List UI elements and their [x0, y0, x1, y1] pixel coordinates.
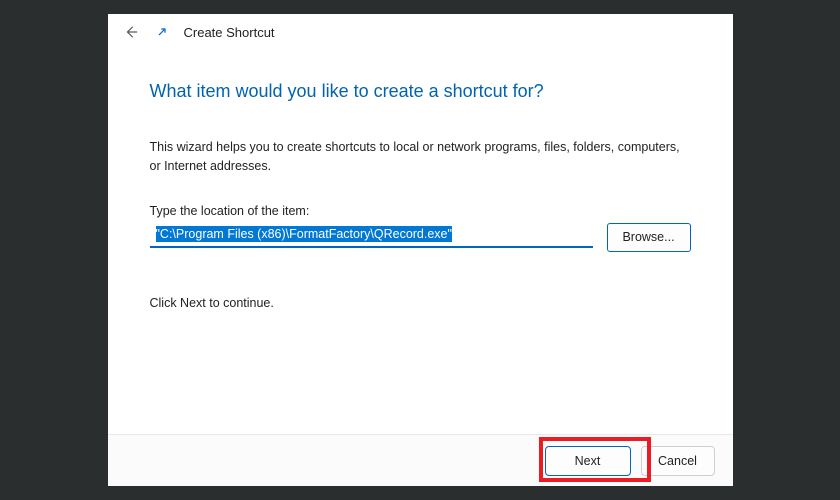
- wizard-heading: What item would you like to create a sho…: [150, 81, 691, 102]
- location-input-wrap[interactable]: "C:\Program Files (x86)\FormatFactory\QR…: [150, 223, 593, 248]
- location-input[interactable]: "C:\Program Files (x86)\FormatFactory\QR…: [150, 223, 593, 248]
- dialog-title: Create Shortcut: [184, 25, 275, 40]
- dialog-body: What item would you like to create a sho…: [108, 47, 733, 434]
- create-shortcut-dialog: Create Shortcut What item would you like…: [108, 14, 733, 486]
- dialog-header: Create Shortcut: [108, 14, 733, 47]
- wizard-description: This wizard helps you to create shortcut…: [150, 138, 691, 176]
- continue-instruction: Click Next to continue.: [150, 296, 691, 310]
- location-field-row: "C:\Program Files (x86)\FormatFactory\QR…: [150, 223, 691, 252]
- browse-button[interactable]: Browse...: [607, 223, 691, 252]
- shortcut-wizard-icon: [154, 24, 170, 40]
- back-arrow-icon[interactable]: [122, 23, 140, 41]
- next-button[interactable]: Next: [545, 446, 631, 476]
- cancel-button[interactable]: Cancel: [641, 446, 715, 476]
- location-field-label: Type the location of the item:: [150, 204, 691, 218]
- dialog-footer: Next Cancel: [108, 434, 733, 486]
- location-input-text: "C:\Program Files (x86)\FormatFactory\QR…: [156, 226, 452, 242]
